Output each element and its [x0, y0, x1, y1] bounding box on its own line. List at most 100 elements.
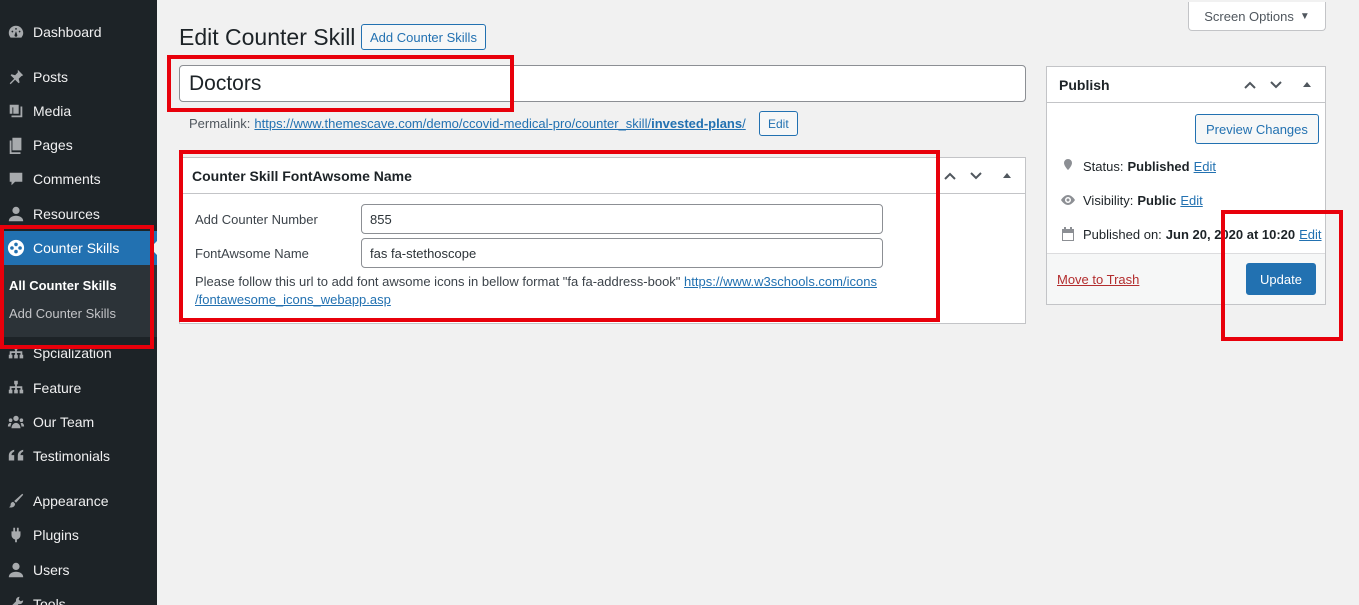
permalink-edit-button[interactable]: Edit — [759, 111, 798, 136]
chevron-up-icon — [944, 172, 956, 180]
sidebar-item-label: Counter Skills — [33, 240, 120, 256]
sidebar-item-media[interactable]: Media — [0, 94, 157, 128]
submenu-all-counter-skills[interactable]: All Counter Skills — [9, 278, 117, 293]
sidebar-item-resources[interactable]: Resources — [0, 197, 157, 231]
published-on-row: Published on: Jun 20, 2020 at 10:20 Edit — [1059, 225, 1322, 243]
publish-title: Publish — [1059, 76, 1110, 93]
move-down-button[interactable] — [966, 166, 986, 186]
sidebar-item-label: Pages — [33, 137, 73, 153]
publish-box: Publish Preview Changes Status: Published… — [1046, 66, 1326, 305]
sidebar-item-users[interactable]: Users — [0, 553, 157, 587]
visibility-row: Visibility: Public Edit — [1059, 191, 1203, 209]
counter-skill-metabox: Counter Skill FontAwsome Name Add Counte… — [179, 157, 1026, 324]
sidebar-item-label: Posts — [33, 69, 69, 85]
chevron-down-icon — [970, 172, 982, 180]
add-counter-skills-button[interactable]: Add Counter Skills — [361, 24, 486, 50]
quote-icon — [6, 446, 26, 466]
status-value: Published — [1127, 158, 1190, 174]
sidebar-item-pages[interactable]: Pages — [0, 128, 157, 162]
fontawesome-name-label: FontAwsome Name — [195, 246, 309, 261]
fontawesome-name-input[interactable] — [361, 238, 883, 268]
metabox-header: Counter Skill FontAwsome Name — [180, 158, 1025, 194]
sidebar-item-tools[interactable]: Tools — [0, 587, 157, 605]
sidebar-item-dashboard[interactable]: Dashboard — [0, 15, 157, 49]
sidebar-item-label: Appearance — [33, 493, 109, 509]
eye-icon — [1059, 191, 1077, 209]
triangle-up-icon — [1303, 82, 1311, 87]
pin-icon — [6, 67, 26, 87]
sidebar-item-posts[interactable]: Posts — [0, 60, 157, 94]
chevron-up-icon — [1244, 81, 1256, 89]
sidebar-item-testimonials[interactable]: Testimonials — [0, 439, 157, 473]
visibility-edit-link[interactable]: Edit — [1180, 193, 1202, 208]
counter-skills-submenu: All Counter Skills Add Counter Skills — [0, 265, 157, 337]
pin-icon — [1059, 157, 1077, 175]
help-text: Please follow this url to add font awsom… — [195, 273, 915, 309]
permalink-link[interactable]: https://www.themescave.com/demo/ccovid-m… — [254, 116, 745, 131]
preview-changes-button[interactable]: Preview Changes — [1195, 114, 1319, 144]
sidebar-item-label: Plugins — [33, 527, 79, 543]
published-label: Published on: — [1083, 226, 1162, 242]
screen-options-label: Screen Options — [1204, 8, 1294, 24]
sidebar-item-our-team[interactable]: Our Team — [0, 405, 157, 439]
person-icon — [6, 560, 26, 580]
sidebar-item-comments[interactable]: Comments — [0, 162, 157, 196]
plug-icon — [6, 525, 26, 545]
sidebar-item-label: Our Team — [33, 414, 95, 430]
sidebar-item-feature[interactable]: Feature — [0, 371, 157, 405]
counter-number-label: Add Counter Number — [195, 212, 318, 227]
film-reel-icon — [6, 238, 26, 258]
sidebar-item-label: Testimonials — [33, 448, 111, 464]
sidebar-item-label: Spcialization — [33, 345, 112, 361]
publish-move-down-button[interactable] — [1266, 75, 1286, 95]
comment-icon — [6, 169, 26, 189]
dashboard-icon — [6, 22, 26, 42]
permalink-url-base: https://www.themescave.com/demo/ccovid-m… — [254, 116, 652, 131]
visibility-value: Public — [1137, 192, 1177, 208]
help-prefix: Please follow this url to add font awsom… — [195, 274, 681, 289]
publish-toggle-button[interactable] — [1297, 75, 1317, 95]
sidebar-item-appearance[interactable]: Appearance — [0, 484, 157, 518]
permalink-slug: invested-plans — [651, 116, 743, 131]
sidebar-item-label: Resources — [33, 206, 100, 222]
toggle-panel-button[interactable] — [997, 166, 1017, 186]
published-value: Jun 20, 2020 at 10:20 — [1165, 226, 1296, 242]
visibility-label: Visibility: — [1083, 192, 1134, 208]
submenu-add-counter-skills[interactable]: Add Counter Skills — [9, 306, 116, 321]
wrench-icon — [6, 594, 26, 605]
sidebar-item-counter-skills[interactable]: Counter Skills — [0, 231, 157, 265]
counter-number-input[interactable] — [361, 204, 883, 234]
sidebar-item-label: Dashboard — [33, 24, 102, 40]
person-icon — [6, 204, 26, 224]
post-title-input[interactable] — [179, 65, 1026, 102]
media-icon — [6, 101, 26, 121]
update-button[interactable]: Update — [1246, 263, 1316, 295]
published-edit-link[interactable]: Edit — [1299, 227, 1321, 242]
publish-move-up-button[interactable] — [1240, 75, 1260, 95]
calendar-icon — [1059, 225, 1077, 243]
sidebar-item-plugins[interactable]: Plugins — [0, 518, 157, 552]
sidebar-item-label: Feature — [33, 380, 82, 396]
screen-options-button[interactable]: Screen Options ▼ — [1188, 2, 1326, 31]
move-to-trash-link[interactable]: Move to Trash — [1057, 272, 1139, 287]
triangle-up-icon — [1003, 173, 1011, 178]
permalink-trail: / — [742, 116, 746, 131]
network-icon — [6, 378, 26, 398]
paint-brush-icon — [6, 491, 26, 511]
status-row: Status: Published Edit — [1059, 157, 1216, 175]
sidebar-item-label: Media — [33, 103, 72, 119]
sidebar-item-spcialization[interactable]: Spcialization — [0, 336, 157, 370]
help-link-line1: https://www.w3schools.com/icons — [684, 274, 877, 289]
groups-icon — [6, 412, 26, 432]
caret-down-icon: ▼ — [1299, 10, 1310, 22]
move-up-button[interactable] — [940, 166, 960, 186]
publish-footer: Move to Trash Update — [1047, 253, 1325, 304]
sidebar-item-label: Users — [33, 562, 70, 578]
status-edit-link[interactable]: Edit — [1194, 159, 1216, 174]
metabox-title: Counter Skill FontAwsome Name — [192, 167, 412, 184]
network-icon — [6, 343, 26, 363]
chevron-down-icon — [1270, 81, 1282, 89]
status-label: Status: — [1083, 158, 1124, 174]
sidebar-item-label: Tools — [33, 596, 66, 605]
help-link-line2: /fontawesome_icons_webapp.asp — [195, 292, 391, 307]
